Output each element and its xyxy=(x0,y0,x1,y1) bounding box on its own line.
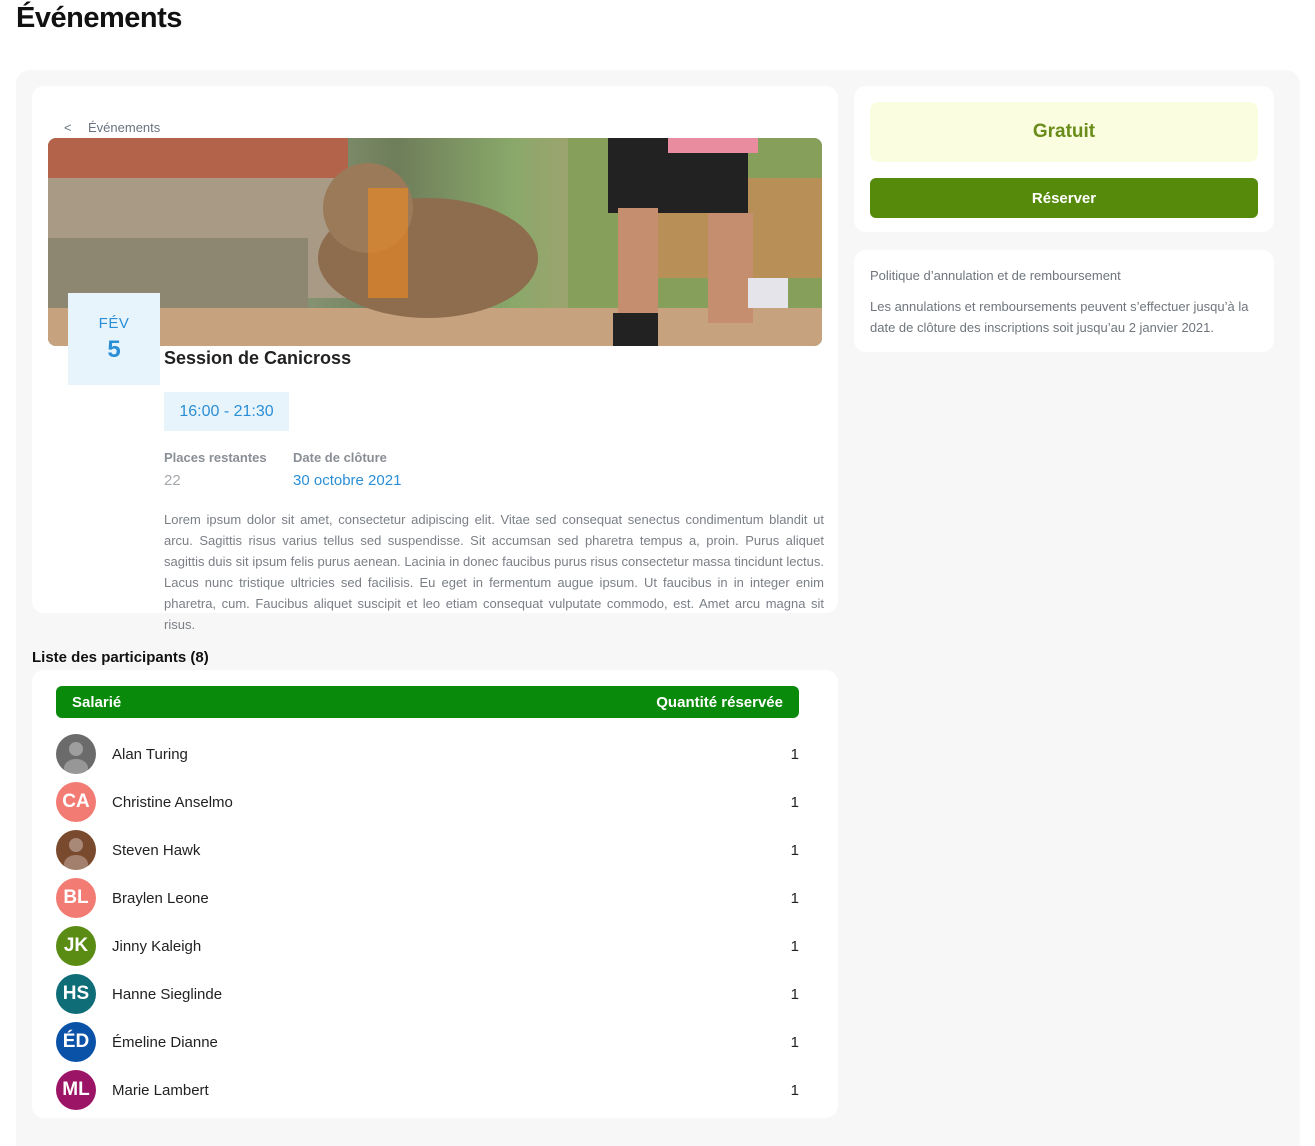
places-label: Places restantes xyxy=(164,450,267,465)
column-header-quantity: Quantité réservée xyxy=(656,693,783,711)
participant-name: Braylen Leone xyxy=(112,889,209,907)
participants-rows: Alan Turing 1 CA Christine Anselmo 1 Steven H… xyxy=(56,730,799,1114)
breadcrumb[interactable]: < Événements xyxy=(64,120,160,135)
policy-text: Les annulations et remboursements peuven… xyxy=(870,299,1249,335)
table-row: ÉD Émeline Dianne 1 xyxy=(56,1018,799,1066)
policy-card: Politique d’annulation et de rembourseme… xyxy=(854,250,1274,352)
participant-name: Hanne Sieglinde xyxy=(112,985,223,1003)
event-banner-image xyxy=(48,138,822,346)
table-row: HS Hanne Sieglinde 1 xyxy=(56,970,799,1018)
price-label: Gratuit xyxy=(870,102,1258,162)
avatar: ÉD xyxy=(56,1022,96,1062)
table-row: Alan Turing 1 xyxy=(56,730,799,778)
event-title: Session de Canicross xyxy=(164,348,352,368)
table-row: ML Marie Lambert 1 xyxy=(56,1066,799,1114)
participant-quantity: 1 xyxy=(790,793,799,811)
date-month: FÉV xyxy=(98,314,130,332)
table-row: BL Braylen Leone 1 xyxy=(56,874,799,922)
avatar xyxy=(56,830,96,870)
avatar-initials: ÉD xyxy=(62,1031,90,1052)
event-date-badge: FÉV 5 xyxy=(68,293,160,385)
participant-quantity: 1 xyxy=(790,841,799,859)
participant-name: Alan Turing xyxy=(112,745,188,763)
participants-heading: Liste des participants (8) xyxy=(32,649,209,666)
participant-quantity: 1 xyxy=(790,889,799,907)
places-value: 22 xyxy=(164,472,181,489)
avatar-initials: ML xyxy=(62,1079,90,1100)
table-header: Salarié Quantité réservée xyxy=(56,686,799,718)
participant-name: Jinny Kaleigh xyxy=(112,937,202,955)
participants-table: Salarié Quantité réservée Alan Turing 1 CA… xyxy=(32,670,838,1118)
avatar: HS xyxy=(56,974,96,1014)
closing-date-label: Date de clôture xyxy=(293,450,387,465)
column-header-employee: Salarié xyxy=(72,693,122,711)
policy-title: Politique d’annulation et de rembourseme… xyxy=(870,268,1121,283)
participant-name: Marie Lambert xyxy=(112,1081,209,1099)
reserve-button[interactable]: Réserver xyxy=(870,178,1258,218)
participant-quantity: 1 xyxy=(790,937,799,955)
participant-quantity: 1 xyxy=(790,1033,799,1051)
avatar-initials: BL xyxy=(63,887,89,908)
avatar xyxy=(56,734,96,774)
avatar: ML xyxy=(56,1070,96,1110)
participant-quantity: 1 xyxy=(790,1081,799,1099)
table-row: JK Jinny Kaleigh 1 xyxy=(56,922,799,970)
avatar-initials: JK xyxy=(63,935,89,956)
breadcrumb-link[interactable]: Événements xyxy=(88,120,160,135)
closing-date-value: 30 octobre 2021 xyxy=(293,472,402,489)
avatar: BL xyxy=(56,878,96,918)
date-day: 5 xyxy=(107,335,121,363)
participant-name: Émeline Dianne xyxy=(112,1033,218,1051)
content-area: < Événements FÉV 5 Session de Canicross … xyxy=(16,70,1300,1146)
pricing-card: Gratuit Réserver xyxy=(854,86,1274,232)
event-card: < Événements FÉV 5 Session de Canicross … xyxy=(32,86,838,632)
table-row: CA Christine Anselmo 1 xyxy=(56,778,799,826)
participant-quantity: 1 xyxy=(790,985,799,1003)
avatar-initials: HS xyxy=(62,983,90,1004)
participant-name: Christine Anselmo xyxy=(112,793,233,811)
event-time: 16:00 - 21:30 xyxy=(164,392,289,431)
event-description: Lorem ipsum dolor sit amet, consectetur … xyxy=(164,512,824,632)
page-title: Événements xyxy=(16,2,182,34)
chevron-left-icon[interactable]: < xyxy=(64,120,78,135)
avatar: CA xyxy=(56,782,96,822)
table-row: Steven Hawk 1 xyxy=(56,826,799,874)
avatar-initials: CA xyxy=(62,791,90,812)
avatar: JK xyxy=(56,926,96,966)
participant-quantity: 1 xyxy=(790,745,799,763)
participant-name: Steven Hawk xyxy=(112,841,201,859)
